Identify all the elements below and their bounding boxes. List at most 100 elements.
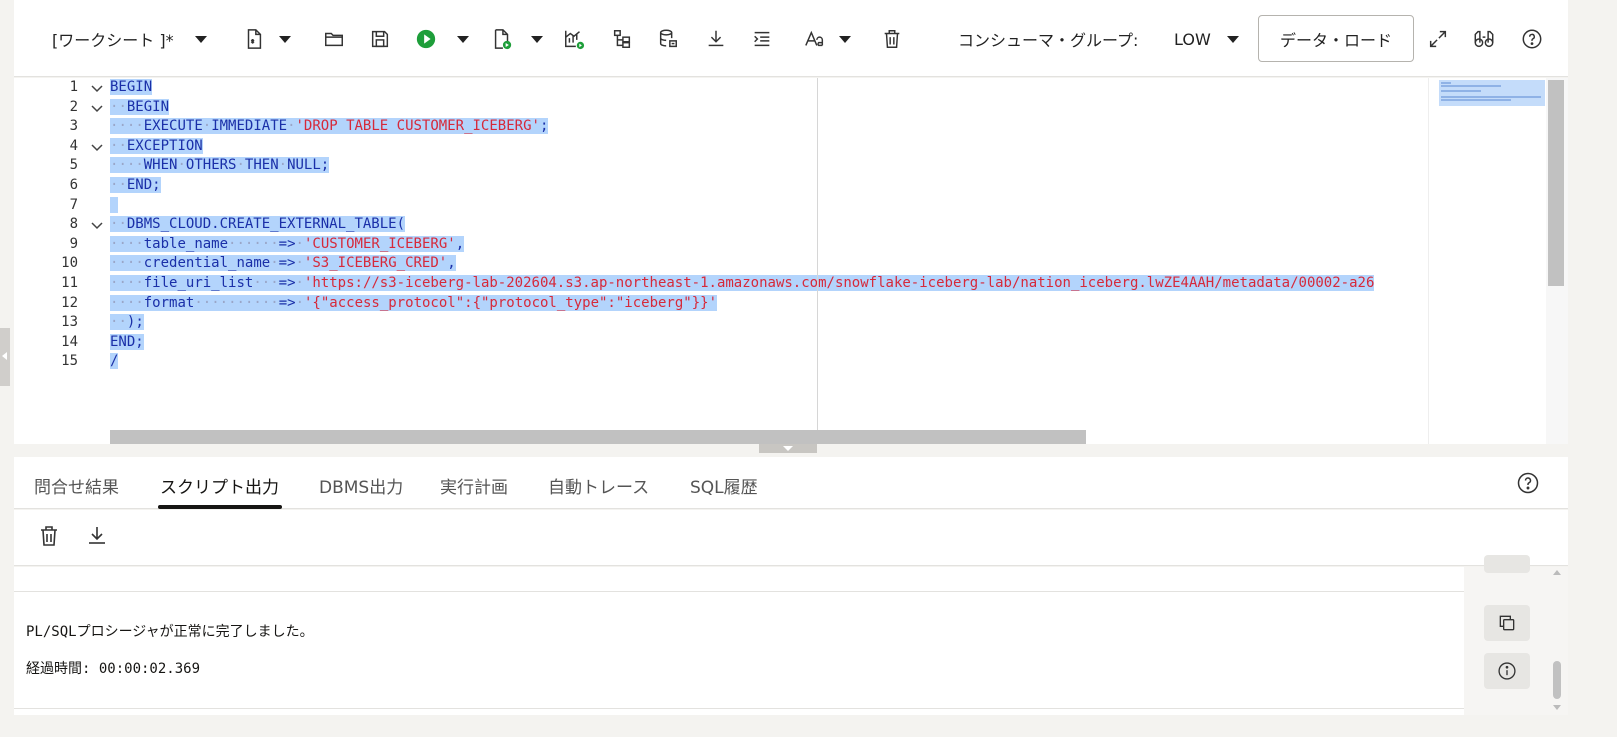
- code-line[interactable]: ····WHEN·OTHERS·THEN·NULL;: [110, 156, 330, 176]
- output-entry: PL/SQLプロシージャが正常に完了しました。 経過時間: 00:00:02.3…: [14, 567, 1464, 715]
- code-line[interactable]: ····credential_name·=>·'S3_ICEBERG_CRED'…: [110, 254, 456, 274]
- line-number: 9: [69, 235, 78, 252]
- selected-code-text: ··END;: [110, 177, 161, 193]
- output-info-button[interactable]: [1484, 653, 1530, 689]
- run-statement-button[interactable]: [412, 22, 440, 56]
- tab-sql-history[interactable]: SQL履歴: [690, 473, 758, 498]
- output-scrollbar[interactable]: [1548, 567, 1568, 715]
- worksheet-tab[interactable]: [ワークシート ]*: [52, 22, 182, 56]
- output-message: PL/SQLプロシージャが正常に完了しました。: [26, 624, 314, 640]
- tab-dbms-output[interactable]: DBMS出力: [319, 473, 403, 498]
- scroll-thumb[interactable]: [1553, 661, 1561, 699]
- explain-plan-button[interactable]: [608, 22, 636, 56]
- code-line[interactable]: ····table_name······=>·'CUSTOMER_ICEBERG…: [110, 235, 465, 255]
- minimap-line: [1441, 90, 1481, 92]
- fold-toggle[interactable]: [90, 218, 104, 232]
- code-line[interactable]: BEGIN: [110, 78, 153, 98]
- save-button[interactable]: [366, 22, 394, 56]
- run-script-button[interactable]: [488, 22, 516, 56]
- clear-button[interactable]: [878, 22, 906, 56]
- code-line[interactable]: ··BEGIN: [110, 98, 170, 118]
- data-load-button[interactable]: データ・ロード: [1258, 15, 1414, 62]
- help-button[interactable]: [1518, 22, 1546, 56]
- tab-explain-plan[interactable]: 実行計画: [440, 473, 508, 498]
- code-line[interactable]: [110, 196, 119, 216]
- tab-script-output[interactable]: スクリプト出力: [160, 473, 279, 498]
- line-number: 6: [69, 177, 78, 193]
- selected-code-text: ····EXECUTE·IMMEDIATE·'DROP TABLE CUSTOM…: [110, 118, 549, 135]
- font-size-icon: [805, 30, 824, 47]
- code-line[interactable]: ··END;: [110, 176, 161, 196]
- font-size-button[interactable]: [800, 22, 830, 56]
- run-menu-caret[interactable]: [454, 22, 472, 56]
- side-panel-toggle[interactable]: [0, 328, 10, 386]
- chevron-down-icon: [1227, 35, 1239, 43]
- selected-code-text: ····credential_name·=>·'S3_ICEBERG_CRED'…: [110, 255, 456, 272]
- worksheet-menu-caret[interactable]: [192, 22, 210, 56]
- selected-code-text: ··);: [110, 314, 144, 331]
- database-button[interactable]: [654, 22, 682, 56]
- fold-toggle[interactable]: [90, 140, 104, 154]
- code-area[interactable]: BEGIN ··BEGIN ····EXECUTE·IMMEDIATE·'DROP …: [110, 78, 1428, 430]
- output-tabs: 問合せ結果 スクリプト出力 DBMS出力 実行計画 自動トレース SQL履歴: [14, 457, 1568, 509]
- download-icon: [708, 30, 724, 47]
- autotrace-button[interactable]: [560, 22, 588, 56]
- scroll-thumb[interactable]: [1548, 80, 1564, 286]
- chevron-down-icon: [783, 446, 793, 451]
- selected-code-text: END;: [110, 333, 144, 350]
- splitter-handle[interactable]: [759, 444, 817, 453]
- font-size-caret[interactable]: [836, 22, 854, 56]
- download-button[interactable]: [702, 22, 730, 56]
- expand-button[interactable]: [1424, 22, 1452, 56]
- previous-entry-button[interactable]: [1484, 555, 1530, 573]
- editor-vertical-scrollbar[interactable]: [1546, 78, 1568, 444]
- panel-splitter[interactable]: [14, 444, 1568, 456]
- code-line[interactable]: ··);: [110, 313, 144, 333]
- scroll-up-icon[interactable]: [1553, 570, 1561, 575]
- worksheet-title: [ワークシート ]*: [52, 31, 174, 50]
- editor-horizontal-scrollbar[interactable]: [110, 430, 1086, 444]
- consumer-group-caret[interactable]: [1224, 22, 1242, 56]
- line-number: 11: [61, 275, 78, 291]
- line-number: 5: [69, 157, 78, 174]
- consumer-group-select[interactable]: LOW: [1174, 22, 1214, 56]
- open-button[interactable]: [320, 22, 348, 56]
- tab-query-result[interactable]: 問合せ結果: [34, 473, 119, 498]
- code-line[interactable]: ··DBMS_CLOUD.CREATE_EXTERNAL_TABLE(: [110, 215, 406, 235]
- sql-editor[interactable]: 1 2 3 4 5 6 7 8 9 10 11 12 13 14 15 BEGI…: [14, 78, 1568, 444]
- code-line[interactable]: ····file_uri_list···=>·'https://s3-icebe…: [110, 274, 1375, 294]
- new-file-button[interactable]: [240, 22, 268, 56]
- clear-output-button[interactable]: [37, 524, 63, 550]
- find-button[interactable]: [1470, 22, 1498, 56]
- info-icon: [1498, 662, 1516, 680]
- selected-code-text: /: [110, 353, 119, 370]
- minimap-line: [1441, 99, 1511, 101]
- autotrace-icon: [565, 30, 585, 50]
- print-margin-guide: [817, 78, 818, 444]
- code-line[interactable]: ··EXCEPTION: [110, 137, 203, 157]
- code-line[interactable]: END;: [110, 333, 144, 353]
- fold-toggle[interactable]: [90, 81, 104, 95]
- help-icon: [1522, 29, 1542, 49]
- toolbar: [ワークシート ]* コンシューマ・グループ: LOW データ・ロード: [14, 0, 1568, 77]
- line-number: 10: [61, 255, 78, 272]
- scroll-down-icon[interactable]: [1553, 705, 1561, 710]
- tab-autotrace[interactable]: 自動トレース: [548, 473, 649, 498]
- new-file-caret[interactable]: [276, 22, 294, 56]
- code-line[interactable]: /: [110, 352, 119, 372]
- chevron-down-icon: [531, 35, 543, 43]
- code-line[interactable]: ····format··········=>·'{"access_protoco…: [110, 294, 718, 314]
- selected-code-text: ····file_uri_list···=>·'https://s3-icebe…: [110, 275, 1375, 291]
- line-number: 14: [61, 333, 78, 350]
- fold-toggle[interactable]: [90, 101, 104, 115]
- copy-output-button[interactable]: [1484, 605, 1530, 641]
- selected-code-text: ····WHEN·OTHERS·THEN·NULL;: [110, 157, 330, 174]
- output-help-button[interactable]: [1516, 471, 1540, 495]
- format-button[interactable]: [748, 22, 776, 56]
- code-line[interactable]: ····EXECUTE·IMMEDIATE·'DROP TABLE CUSTOM…: [110, 117, 549, 137]
- download-output-button[interactable]: [85, 524, 111, 550]
- selected-code-text: [110, 196, 119, 213]
- run-script-caret[interactable]: [528, 22, 546, 56]
- consumer-group-label: コンシューマ・グループ:: [958, 31, 1139, 50]
- minimap[interactable]: [1428, 78, 1546, 444]
